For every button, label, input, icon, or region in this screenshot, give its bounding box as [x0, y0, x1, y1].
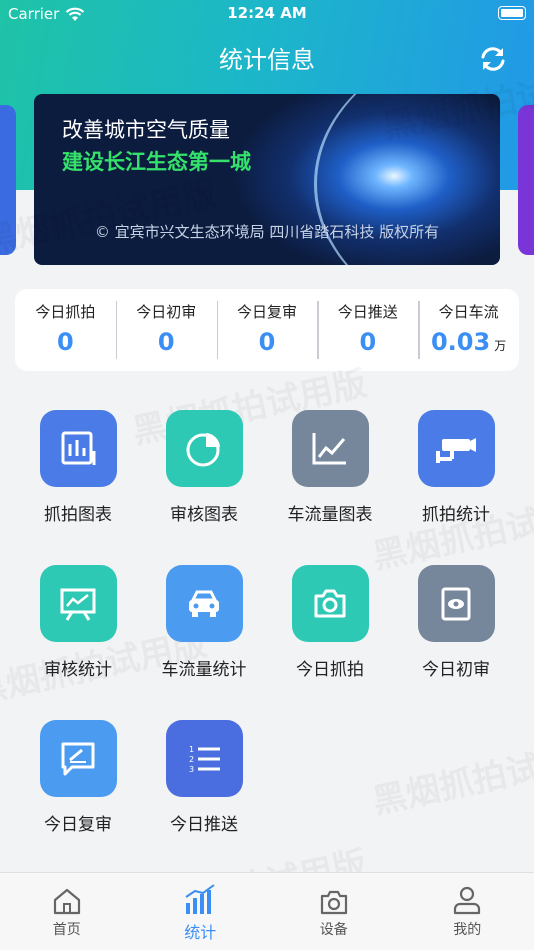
- line-chart-icon: [312, 432, 346, 464]
- stat-label: 今日推送: [337, 303, 398, 321]
- tab-home[interactable]: 首页: [0, 873, 134, 950]
- stats-icon: [185, 884, 215, 914]
- tab-label: 统计: [184, 923, 217, 942]
- car-icon: [189, 590, 219, 617]
- menu-traffic-stats[interactable]: 车流量统计: [141, 565, 267, 680]
- menu-capture-chart[interactable]: 抓拍图表: [15, 410, 141, 525]
- menu-today-second-review[interactable]: 今日复审: [15, 720, 141, 835]
- banner-slogan: 建设长江生态第一城: [62, 150, 251, 174]
- menu-label: 抓拍统计: [422, 505, 490, 525]
- refresh-icon: [481, 47, 505, 71]
- status-time: 12:24 AM: [227, 4, 307, 22]
- menu-label: 今日推送: [170, 815, 238, 835]
- menu-label: 抓拍图表: [44, 505, 112, 525]
- menu-label: 审核图表: [170, 505, 238, 525]
- battery-icon: [498, 6, 526, 20]
- stat-unit: 万: [494, 339, 507, 353]
- stat-today-second-review: 今日复审 0: [216, 299, 318, 361]
- status-bar: Carrier 12:24 AM: [0, 0, 534, 28]
- device-camera-icon: [320, 890, 347, 915]
- user-icon: [454, 886, 481, 915]
- svg-text:3: 3: [189, 765, 194, 774]
- banner-copyright: © 宜宾市兴文生态环境局 四川省踏石科技 版权所有: [94, 223, 440, 241]
- svg-text:2: 2: [189, 755, 194, 764]
- refresh-button[interactable]: [478, 44, 508, 74]
- menu-label: 审核统计: [44, 660, 112, 680]
- menu-label: 车流量图表: [287, 505, 373, 525]
- menu-today-first-review[interactable]: 今日初审: [393, 565, 519, 680]
- stat-value: 0.03: [430, 328, 491, 356]
- svg-text:1: 1: [189, 745, 194, 754]
- stat-label: 今日初审: [136, 303, 197, 321]
- stat-value: 0: [157, 328, 175, 356]
- edit-note-icon: [61, 742, 95, 775]
- banner-carousel[interactable]: 改善城市空气质量 建设长江生态第一城 © 宜宾市兴文生态环境局 四川省踏石科技 …: [34, 94, 500, 265]
- tab-mine[interactable]: 我的: [401, 873, 534, 950]
- stat-label: 今日车流: [438, 303, 499, 321]
- stat-today-first-review: 今日初审 0: [115, 299, 217, 361]
- carousel-next-card[interactable]: [518, 105, 534, 255]
- stat-today-push: 今日推送 0: [317, 299, 418, 361]
- menu-label: 今日初审: [422, 660, 490, 680]
- bottom-tab-bar: 首页 统计 设备 我的: [0, 872, 534, 950]
- menu-label: 今日抓拍: [296, 660, 364, 680]
- presentation-icon: [60, 588, 96, 621]
- eye-monitor-icon: [441, 587, 471, 620]
- tab-label: 我的: [453, 922, 482, 938]
- camera-cctv-icon: [436, 437, 476, 463]
- stat-value: 0: [359, 328, 377, 356]
- carousel-prev-card[interactable]: [0, 105, 16, 255]
- stat-today-capture: 今日抓拍 0: [15, 299, 116, 361]
- camera-icon: [314, 589, 346, 617]
- page-title: 统计信息: [219, 46, 315, 74]
- tab-label: 首页: [52, 922, 81, 938]
- menu-label: 今日复审: [44, 815, 112, 835]
- stat-today-traffic: 今日车流 0.03 万: [418, 299, 519, 361]
- menu-capture-stats[interactable]: 抓拍统计: [393, 410, 519, 525]
- stat-value: 0: [57, 328, 74, 356]
- menu-today-push[interactable]: 1 2 3 今日推送: [141, 720, 267, 835]
- watermark-text: 黑烟抓拍试用版: [368, 726, 534, 823]
- menu-review-chart[interactable]: 审核图表: [141, 410, 267, 525]
- stat-label: 今日抓拍: [35, 303, 96, 321]
- banner-headline: 改善城市空气质量: [62, 118, 230, 142]
- menu-traffic-chart[interactable]: 车流量图表: [267, 410, 393, 525]
- tab-device[interactable]: 设备: [267, 873, 401, 950]
- home-icon: [53, 888, 80, 915]
- tab-label: 设备: [319, 922, 348, 938]
- menu-label: 车流量统计: [161, 660, 247, 680]
- stat-label: 今日复审: [236, 303, 297, 321]
- today-stats-card: 今日抓拍 0 今日初审 0 今日复审 0 今日推送 0 今日车流 0.03 万: [15, 289, 519, 371]
- tab-stats[interactable]: 统计: [134, 873, 268, 950]
- list-icon: 1 2 3: [189, 745, 220, 774]
- bar-chart-icon: [61, 431, 96, 465]
- menu-review-stats[interactable]: 审核统计: [15, 565, 141, 680]
- menu-today-capture[interactable]: 今日抓拍: [267, 565, 393, 680]
- pie-chart-icon: [186, 432, 220, 466]
- stat-value: 0: [258, 328, 276, 356]
